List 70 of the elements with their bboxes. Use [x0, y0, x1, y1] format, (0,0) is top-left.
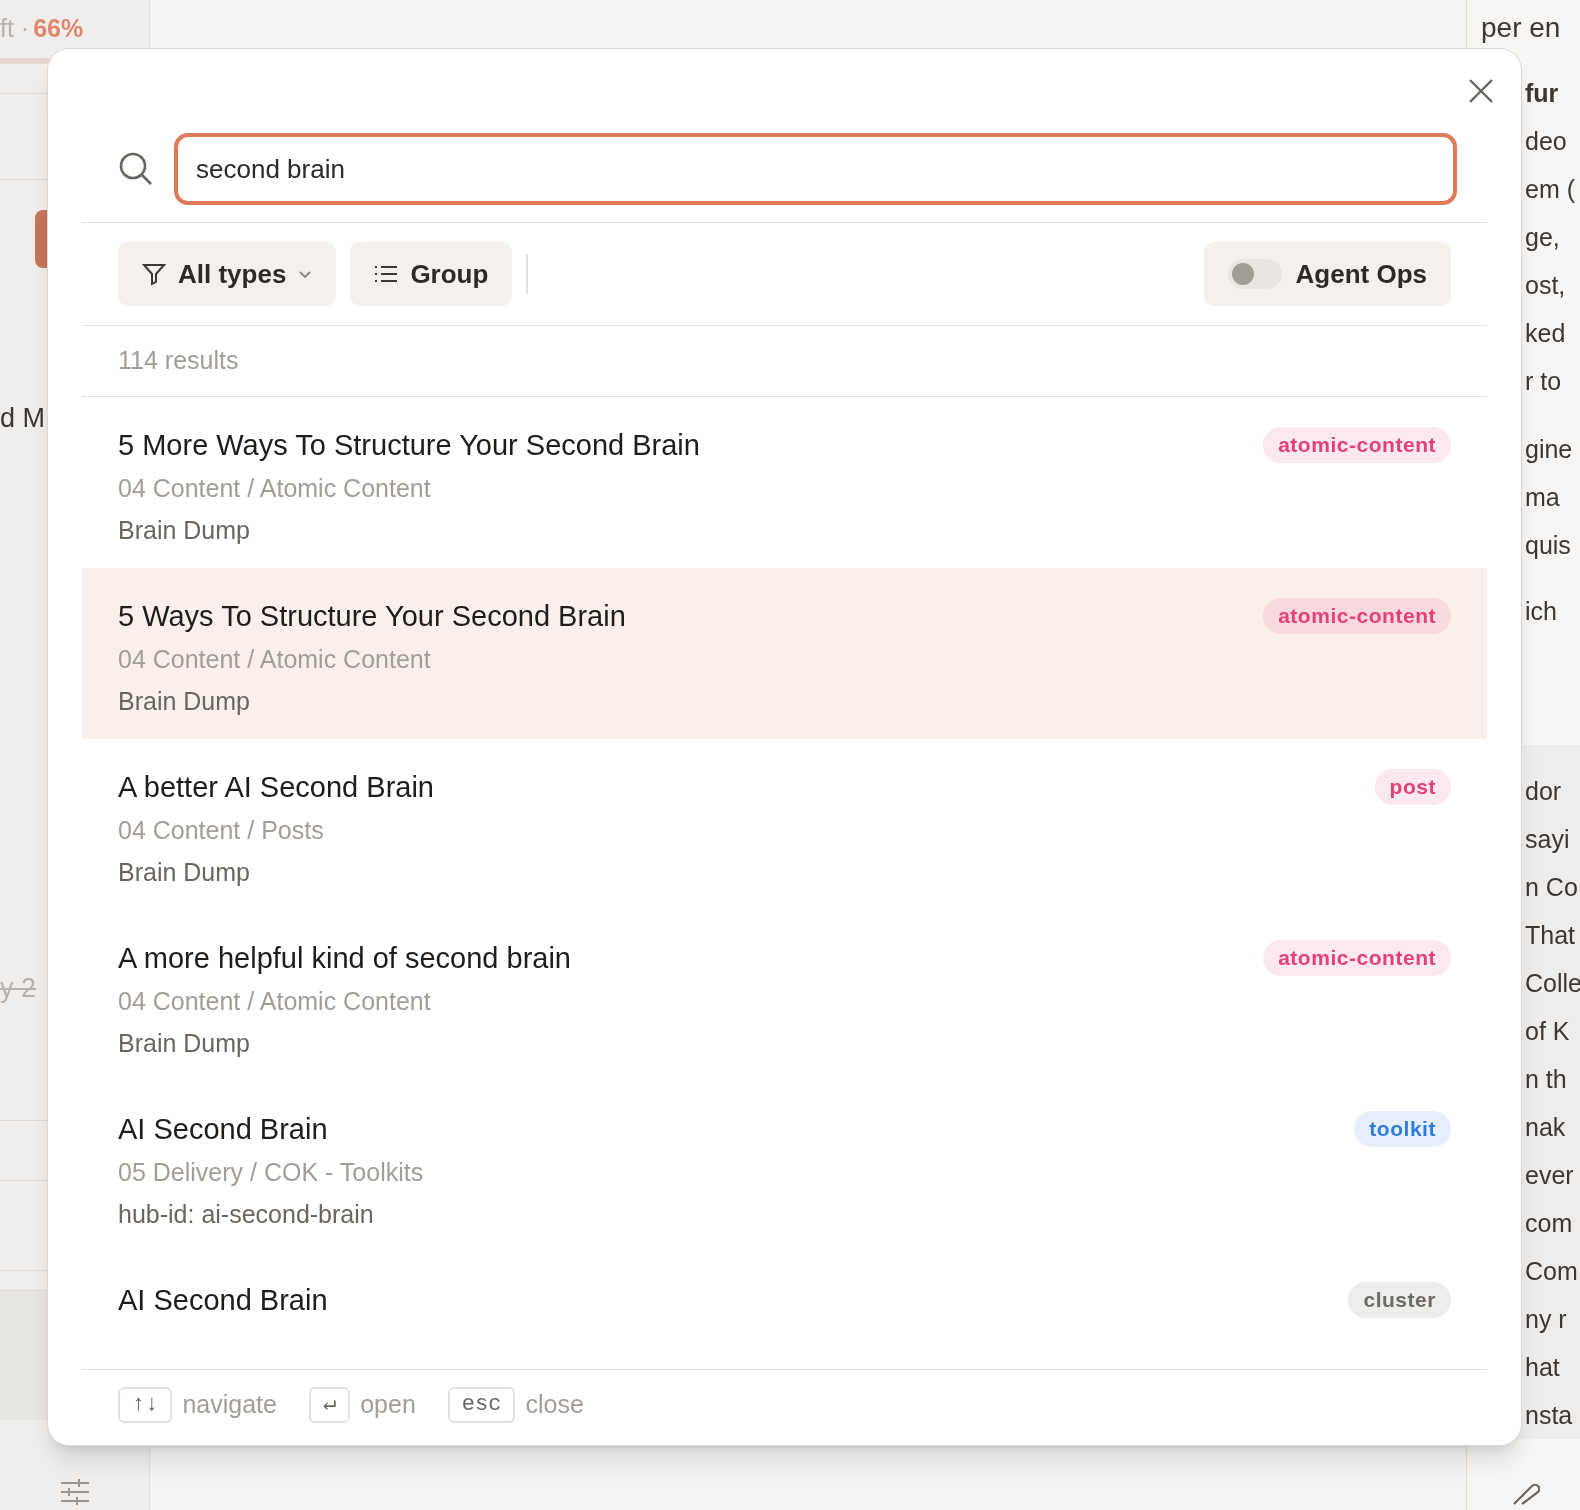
result-title: A better AI Second Brain	[118, 770, 434, 805]
key-hint: ↵	[308, 1386, 351, 1423]
text-line: ge,	[1525, 222, 1561, 253]
result-title: AI Second Brain	[118, 1112, 329, 1147]
result-title: AI Second Brain	[118, 1283, 328, 1318]
list-icon	[374, 264, 399, 284]
text-line: dor	[1525, 776, 1563, 807]
text-line: gine	[1525, 434, 1574, 465]
text-line: That	[1525, 920, 1577, 951]
text-line: of K	[1525, 1016, 1571, 1047]
text-line: n th	[1525, 1064, 1568, 1095]
text-line: ich	[1525, 596, 1558, 627]
agent-ops-toggle[interactable]: Agent Ops	[1203, 242, 1451, 306]
search-icon	[118, 151, 154, 187]
text-line: n Co	[1525, 872, 1579, 903]
text-fragment: d M	[0, 401, 45, 435]
hint-label: close	[525, 1388, 584, 1420]
text-line: com	[1525, 1208, 1574, 1239]
text-line: em (	[1525, 174, 1576, 205]
text-line: ever	[1525, 1160, 1575, 1191]
tag: toolkit	[1354, 1111, 1451, 1147]
text-line: nak	[1525, 1112, 1567, 1143]
sliders-icon[interactable]	[58, 1478, 91, 1506]
caret-icon	[298, 269, 313, 279]
result-note: Brain Dump	[118, 857, 251, 888]
key-hint: ↑↓	[118, 1386, 173, 1423]
tag: post	[1374, 769, 1451, 805]
result-path: 04 Content / Atomic Content	[118, 644, 432, 675]
type-filter-dropdown[interactable]: All types	[118, 242, 337, 306]
text-fragment: y 2	[0, 971, 37, 1005]
hint-label: navigate	[182, 1388, 277, 1420]
result-note: Brain Dump	[118, 686, 251, 717]
text-heading: fur	[1525, 78, 1560, 109]
text-line: r to	[1525, 366, 1563, 397]
text-line: quis	[1525, 530, 1572, 561]
result-row[interactable]: 5 Ways To Structure Your Second Brain 04 Content / Atomic Content Brain Dump atomic-content	[82, 568, 1487, 739]
text-line: hat	[1525, 1352, 1561, 1383]
tag: atomic-content	[1263, 598, 1451, 634]
group-button[interactable]: Group	[350, 242, 513, 306]
text-line: ma	[1525, 482, 1561, 513]
filter-icon	[142, 262, 166, 286]
result-note: Brain Dump	[118, 1028, 251, 1059]
hint-label: open	[360, 1388, 416, 1420]
result-path: 04 Content / Atomic Content	[118, 473, 432, 504]
result-note: hub-id: ai-second-brain	[118, 1199, 375, 1230]
text-line: sayi	[1525, 824, 1571, 855]
result-title: A more helpful kind of second brain	[118, 941, 571, 976]
tag: cluster	[1348, 1282, 1451, 1318]
text-line: ny r	[1525, 1304, 1568, 1335]
result-path: 04 Content / Atomic Content	[118, 986, 432, 1017]
text-line: Com	[1525, 1256, 1579, 1287]
key-hint: esc	[447, 1386, 516, 1423]
result-note: Brain Dump	[118, 515, 251, 546]
text-line: nsta	[1525, 1400, 1574, 1431]
result-title: 5 More Ways To Structure Your Second Brain	[118, 428, 700, 463]
result-title: 5 Ways To Structure Your Second Brain	[118, 599, 626, 634]
result-path: 05 Delivery / COK - Toolkits	[118, 1157, 424, 1188]
text-line: ost,	[1525, 270, 1567, 301]
result-count: 114 results	[118, 345, 239, 377]
tag: atomic-content	[1263, 940, 1451, 976]
status-text: ft ·	[0, 13, 30, 45]
close-icon[interactable]	[1467, 77, 1495, 105]
text-line: deo	[1525, 126, 1568, 157]
zoom-level: 66%	[33, 13, 84, 45]
tag: atomic-content	[1263, 427, 1451, 463]
search-field[interactable]: second brain	[174, 133, 1457, 205]
text-line: ked	[1525, 318, 1567, 349]
text-line: Colle	[1525, 968, 1580, 999]
result-path: 04 Content / Posts	[118, 815, 325, 846]
text-line: per en	[1480, 11, 1562, 45]
